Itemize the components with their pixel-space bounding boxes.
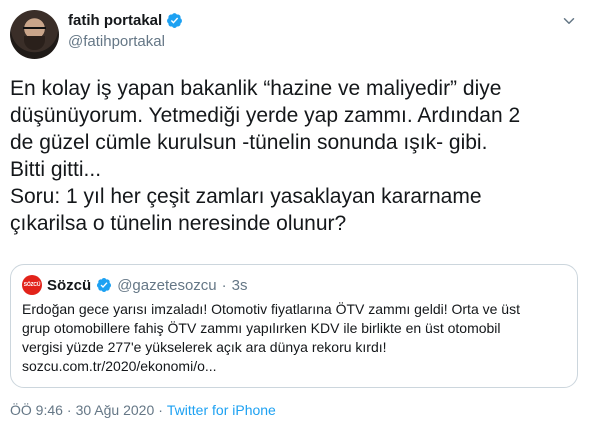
quoted-tweet-body: Erdoğan gece yarısı imzaladı! Otomotiv f… [22,300,570,376]
tweet-text: En kolay iş yapan bakanlik “hazine ve ma… [10,75,580,237]
quoted-handle: @gazetesozcu [117,276,217,294]
tweet-time[interactable]: ÖÖ 9:46 [10,402,63,418]
author-name-row[interactable]: fatih portakal [68,12,183,29]
tweet-source-link[interactable]: Twitter for iPhone [167,402,276,418]
tweet-text-line: de güzel cümle kurulsun -tünelin sonunda… [10,131,488,154]
quoted-separator: · [221,276,227,294]
quoted-display-name: Sözcü [47,276,92,294]
sozcu-logo: SÖZCÜ [22,275,42,295]
tweet-text-line: En kolay iş yapan bakanlik “hazine ve ma… [10,77,502,100]
quoted-tweet-header: SÖZCÜ Sözcü @gazetesozcu · 3s [22,275,247,295]
author-display-name[interactable]: fatih portakal [68,12,162,29]
tweet-card: fatih portakal @fatihportakal En kolay i… [0,0,590,430]
quoted-link: sozcu.com.tr/2020/ekonomi/o... [22,358,217,374]
tweet-text-line: düşünüyorum. Yetmediği yerde yap zammı. … [10,104,521,127]
tweet-text-line: çıkarilsa o tünelin neresinde olunur? [10,212,347,235]
quoted-text-line: grup otomobillere fahiş ÖTV zammı yapılı… [22,320,501,336]
verified-badge-icon [97,278,112,292]
tweet-text-line: Soru: 1 yıl her çeşit zamları yasaklayan… [10,185,482,208]
chevron-down-icon[interactable] [560,12,578,30]
meta-separator: · [158,402,163,418]
quoted-tweet[interactable]: SÖZCÜ Sözcü @gazetesozcu · 3s Erdoğan ge… [10,264,578,388]
quoted-text-line: Erdoğan gece yarısı imzaladı! Otomotiv f… [22,301,520,317]
quoted-time: 3s [231,276,248,294]
sozcu-logo-text: SÖZCÜ [23,282,41,288]
avatar[interactable] [10,10,59,59]
tweet-text-line: Bitti gitti... [10,158,102,181]
tweet-date[interactable]: 30 Ağu 2020 [76,402,155,418]
verified-badge-icon [167,13,183,28]
author-handle[interactable]: @fatihportakal [68,33,165,50]
quoted-text-line: vergisi yüzde 277'e yükselerek açık ara … [22,339,387,355]
avatar-beard [24,36,45,50]
avatar-glasses [23,27,46,32]
tweet-meta: ÖÖ 9:46 · 30 Ağu 2020 · Twitter for iPho… [10,402,276,418]
meta-separator: · [66,402,72,418]
